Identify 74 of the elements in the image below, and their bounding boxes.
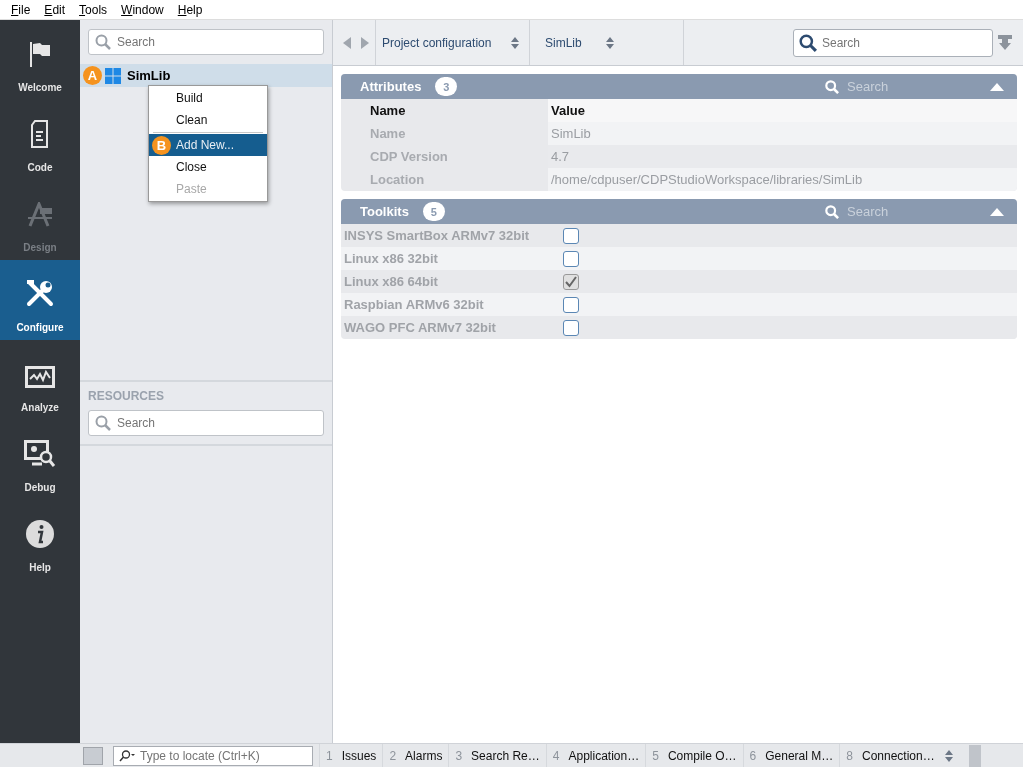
search-icon [825, 204, 839, 219]
tree-item[interactable]: A SimLib [80, 64, 332, 87]
output-tab[interactable]: 1 Issues [319, 744, 383, 767]
sidebar-item[interactable]: Welcome [0, 20, 80, 100]
search-icon [95, 34, 111, 50]
checkbox[interactable] [563, 250, 579, 267]
sidebar-item[interactable]: Configure [0, 260, 80, 340]
output-tab[interactable]: 5 Compile O… [645, 744, 743, 767]
menu-item[interactable]: Close [149, 156, 267, 178]
debug-icon [24, 440, 56, 468]
download-icon[interactable] [997, 33, 1013, 52]
menu-item[interactable]: Help [177, 2, 203, 17]
info-icon [26, 520, 54, 548]
tools-icon [25, 278, 55, 308]
checkbox[interactable] [563, 296, 579, 313]
output-tab[interactable]: 2 Alarms [382, 744, 449, 767]
search-icon [799, 33, 817, 52]
search-field[interactable]: Search [88, 410, 324, 436]
table-cell-text: Name [369, 126, 407, 141]
forward-arrow-icon[interactable] [361, 36, 369, 49]
sidebar-item[interactable]: Analyze [0, 340, 80, 420]
menu-item[interactable]: Window [121, 2, 164, 17]
collapse-icon[interactable] [990, 82, 1004, 91]
checkbox[interactable] [563, 227, 579, 244]
design-icon [26, 202, 54, 228]
output-tab[interactable]: 8 Connection… [839, 744, 941, 767]
search-field[interactable]: Search [793, 28, 993, 57]
toolkit-label: Linux x86 64bit [343, 274, 439, 289]
output-tab[interactable]: 3 Search Re… [448, 744, 546, 767]
updown-arrows-icon [511, 36, 519, 49]
document-icon [30, 120, 50, 148]
collapse-icon[interactable] [990, 207, 1004, 216]
menu-item[interactable]: File [11, 2, 31, 17]
search-icon [95, 415, 111, 431]
marker-badge: B [152, 136, 171, 155]
locate-field[interactable]: Type to locate (Ctrl+K) [113, 745, 313, 766]
menu-item[interactable]: Clean [149, 109, 267, 131]
count-badge: 5 [422, 202, 445, 221]
dropdown[interactable]: SimLib [529, 20, 683, 65]
table-cell-text: CDP Version [369, 149, 449, 164]
menu-item[interactable]: B Add New... [149, 134, 267, 156]
sidebar-toggle-icon[interactable] [83, 746, 103, 765]
monitor-icon [25, 366, 55, 388]
dropdown[interactable]: Project configuration [375, 20, 529, 65]
updown-arrows-icon [605, 36, 614, 49]
flag-icon [28, 40, 52, 68]
windows-logo-icon [105, 67, 121, 84]
output-tab[interactable]: 6 General M… [742, 744, 840, 767]
checkbox[interactable] [563, 319, 579, 336]
toolkit-label: INSYS SmartBox ARMv7 32bit [343, 228, 531, 243]
sidebar-item[interactable]: Help [0, 500, 80, 580]
sidebar-item[interactable]: Code [0, 100, 80, 180]
table-cell-text: Location [369, 172, 426, 187]
table-cell: SimLib [548, 122, 1017, 145]
menu-item[interactable]: Edit [44, 2, 66, 17]
updown-arrows-icon[interactable] [944, 749, 953, 762]
table-cell: /home/cdpuser/CDPStudioWorkspace/libraries/SimLib [548, 168, 1017, 191]
column-header: Name [369, 103, 407, 118]
menu-item[interactable]: Tools [79, 2, 108, 17]
output-tab[interactable]: 4 Application… [545, 744, 646, 767]
search-field[interactable]: Search [88, 29, 324, 55]
minimize-icon[interactable] [968, 744, 981, 767]
toolkit-label: Linux x86 32bit [343, 251, 439, 266]
section-title: RESOURCES [88, 389, 165, 403]
toolkit-label: Raspbian ARMv6 32bit [343, 297, 485, 312]
search-icon [119, 749, 135, 762]
sidebar-item[interactable]: Debug [0, 420, 80, 500]
back-arrow-icon[interactable] [343, 36, 351, 49]
marker-badge: A [83, 66, 102, 85]
count-badge: 3 [435, 77, 458, 96]
toolkit-label: WAGO PFC ARMv7 32bit [343, 320, 497, 335]
menu-item[interactable]: Build [149, 87, 267, 109]
column-header: Value [548, 99, 1017, 122]
search-icon [825, 79, 839, 94]
